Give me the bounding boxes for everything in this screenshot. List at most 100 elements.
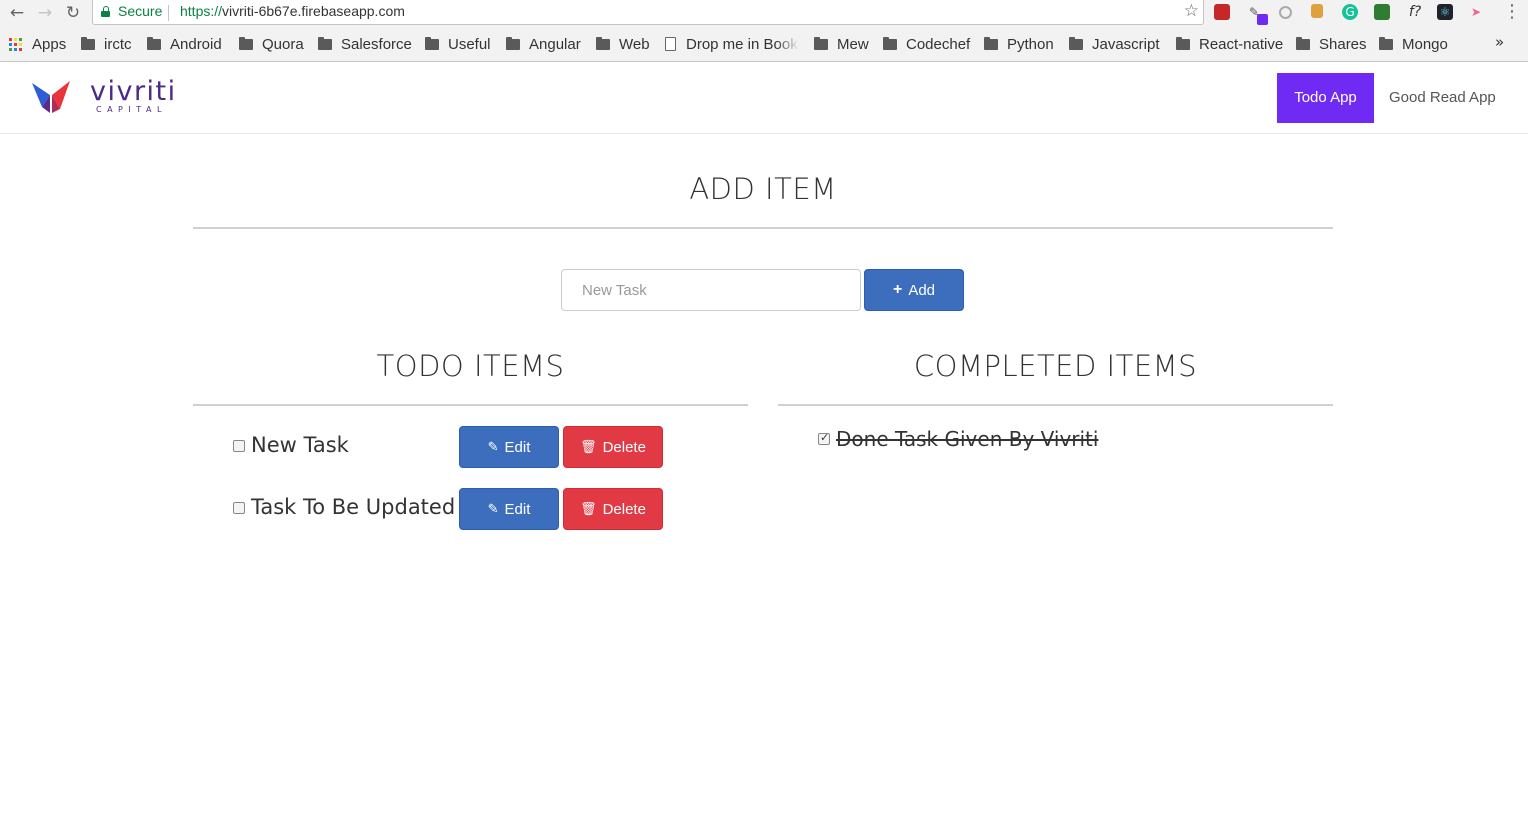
bookmark-label: Apps <box>32 35 67 53</box>
folder-icon <box>147 36 161 50</box>
address-bar[interactable]: Secure https://vivriti-6b67e.firebaseapp… <box>92 0 1204 25</box>
completed-checkbox[interactable] <box>818 431 830 445</box>
folder-icon <box>883 36 897 50</box>
bookmark-codechef[interactable]: Codechef <box>883 35 970 53</box>
folder-icon <box>425 36 439 50</box>
browser-menu-icon[interactable]: ⋮ <box>1502 1 1522 23</box>
bookmark-quora[interactable]: Quora <box>239 35 304 53</box>
todo-divider <box>193 404 748 406</box>
extension-circle-icon[interactable] <box>1279 6 1292 19</box>
bookmark-drop-me-in-book[interactable]: Drop me in Book <box>665 35 799 53</box>
secure-label: Secure <box>118 3 163 19</box>
bookmark-label: Python <box>1007 35 1054 53</box>
bookmark-label: Javascript <box>1092 35 1160 53</box>
url-host: vivriti-6b67e.firebaseapp.com <box>222 3 405 19</box>
delete-button[interactable]: 🗑 Delete <box>563 488 663 530</box>
reload-icon[interactable]: ↻ <box>62 2 84 24</box>
new-task-input[interactable] <box>561 269 861 311</box>
delete-button[interactable]: 🗑 Delete <box>563 426 663 468</box>
folder-icon <box>81 36 95 50</box>
trash-icon: 🗑 <box>580 501 597 516</box>
add-button[interactable]: + Add <box>864 269 964 311</box>
bookmark-label: Shares <box>1319 35 1367 53</box>
folder-icon <box>596 36 610 50</box>
todo-items-title: TODO ITEMS <box>376 349 565 383</box>
apps-grid-icon <box>9 37 22 51</box>
delete-button-label: Delete <box>602 500 646 518</box>
bookmark-label: React-native <box>1199 35 1284 53</box>
url-text[interactable]: https://vivriti-6b67e.firebaseapp.com <box>180 3 405 19</box>
bookmark-label: Drop me in Book <box>686 35 798 53</box>
address-separator <box>168 5 169 21</box>
folder-icon <box>814 36 828 50</box>
bookmark-python[interactable]: Python <box>984 35 1054 53</box>
add-button-label: Add <box>908 281 936 299</box>
bookmark-label: Quora <box>262 35 304 53</box>
back-icon[interactable]: ← <box>6 2 28 24</box>
extension-arrow-icon[interactable]: ➤ <box>1468 4 1484 20</box>
bookmark-mew[interactable]: Mew <box>814 35 869 53</box>
bookmark-label: irctc <box>104 35 132 53</box>
folder-icon <box>239 36 253 50</box>
folder-icon <box>984 36 998 50</box>
bookmarks-overflow-icon[interactable]: » <box>1495 33 1504 51</box>
todo-checkbox[interactable] <box>233 502 245 514</box>
extension-glasses-icon[interactable] <box>1374 4 1390 20</box>
bookmark-angular[interactable]: Angular <box>506 35 581 53</box>
bookmark-label: Angular <box>529 35 581 53</box>
add-item-divider <box>193 227 1333 229</box>
folder-icon <box>1176 36 1190 50</box>
url-scheme: https:// <box>180 3 223 19</box>
logo-text: vivriti <box>90 76 177 107</box>
completed-divider <box>778 404 1333 406</box>
plus-icon: + <box>892 281 903 298</box>
folder-icon <box>1069 36 1083 50</box>
bookmark-web[interactable]: Web <box>596 35 650 53</box>
extension-book-icon[interactable] <box>1214 4 1230 20</box>
folder-icon <box>1379 36 1393 50</box>
extension-react-icon[interactable]: ⚛ <box>1437 4 1453 20</box>
extension-badge-icon <box>1257 14 1268 25</box>
bookmark-shares[interactable]: Shares <box>1296 35 1367 53</box>
bookmark-mongo[interactable]: Mongo <box>1379 35 1448 53</box>
bookmark-apps[interactable]: Apps <box>9 35 66 53</box>
edit-button[interactable]: ✎ Edit <box>459 426 559 468</box>
vivriti-logo[interactable]: vivriti CAPITAL <box>30 77 180 117</box>
trash-icon: 🗑 <box>580 439 597 454</box>
edit-button-label: Edit <box>504 438 531 456</box>
nav-good-read-app[interactable]: Good Read App <box>1374 73 1511 123</box>
bookmark-label: Android <box>170 35 222 53</box>
nav-todo-app[interactable]: Todo App <box>1277 73 1374 123</box>
bookmark-label: Mew <box>837 35 869 53</box>
forward-icon[interactable]: → <box>34 2 56 24</box>
extension-function-icon[interactable]: f? <box>1405 4 1425 20</box>
bookmark-useful[interactable]: Useful <box>425 35 491 53</box>
bookmark-star-icon[interactable]: ☆ <box>1184 1 1199 21</box>
pencil-icon: ✎ <box>487 501 499 516</box>
extension-grammarly-icon[interactable]: G <box>1342 4 1358 20</box>
bookmark-label: Useful <box>448 35 491 53</box>
bookmark-android[interactable]: Android <box>147 35 222 53</box>
completed-item-label: Done Task Given By Vivriti <box>836 427 1099 451</box>
bookmark-label: Salesforce <box>341 35 412 53</box>
edit-button-label: Edit <box>504 500 531 518</box>
bookmark-label: Web <box>619 35 650 53</box>
bookmark-label: Mongo <box>1402 35 1448 53</box>
extension-bookmark-icon[interactable] <box>1311 4 1323 18</box>
bookmark-irctc[interactable]: irctc <box>81 35 132 53</box>
todo-item-label: Task To Be Updated <box>251 495 456 519</box>
bookmark-react-native[interactable]: React-native <box>1176 35 1283 53</box>
todo-item-label: New Task <box>251 433 349 457</box>
bookmarks-bar: Apps irctc Android Quora Salesforce Usef… <box>0 30 1528 58</box>
folder-icon <box>1296 36 1310 50</box>
logo-subtitle: CAPITAL <box>96 105 167 114</box>
pencil-icon: ✎ <box>487 439 499 454</box>
app-navbar: vivriti CAPITAL Todo App Good Read App <box>0 62 1528 134</box>
completed-items-title: COMPLETED ITEMS <box>913 349 1198 383</box>
todo-checkbox[interactable] <box>233 440 245 452</box>
bookmark-salesforce[interactable]: Salesforce <box>318 35 412 53</box>
folder-icon <box>506 36 520 50</box>
edit-button[interactable]: ✎ Edit <box>459 488 559 530</box>
bookmark-javascript[interactable]: Javascript <box>1069 35 1160 53</box>
lock-icon <box>101 6 110 17</box>
